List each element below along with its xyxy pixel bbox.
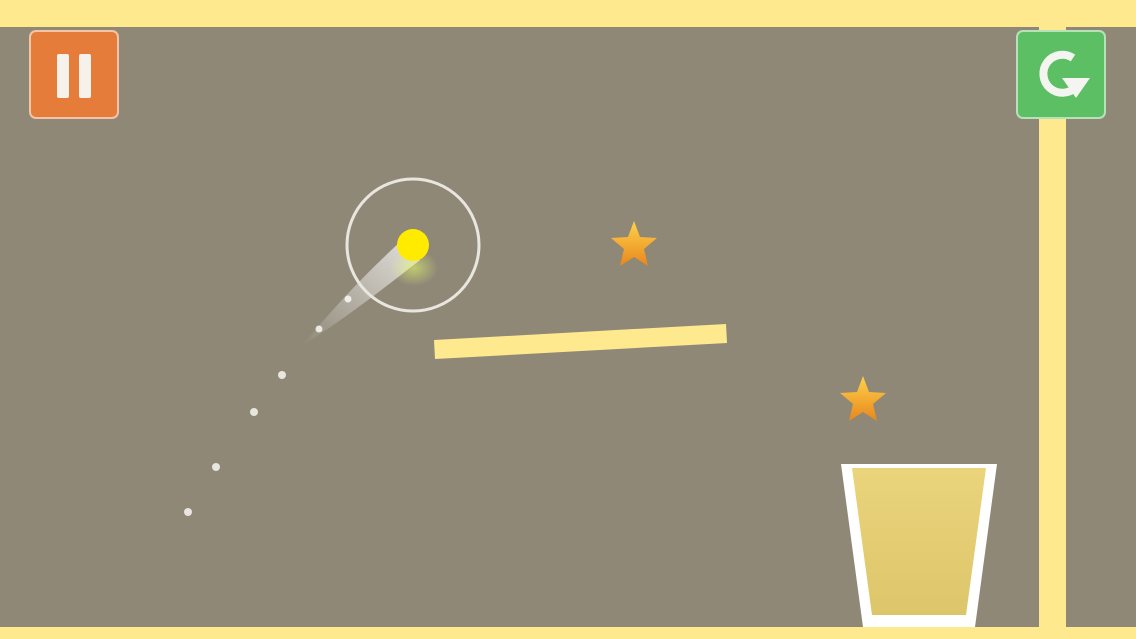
trajectory-dot [184,508,192,516]
star-icon [611,221,657,266]
pause-button[interactable] [29,30,119,119]
game-scene [184,177,997,627]
cup-fill [852,468,986,615]
trajectory-dot [212,463,220,471]
trajectory-dot [250,408,258,416]
platform [434,324,727,359]
trajectory-dot [278,371,286,379]
ball[interactable] [397,229,429,261]
restart-button[interactable] [1016,30,1106,119]
star-icon [840,376,886,421]
cup [841,464,997,627]
restart-icon [1039,50,1090,98]
game-stage[interactable] [0,0,1136,639]
